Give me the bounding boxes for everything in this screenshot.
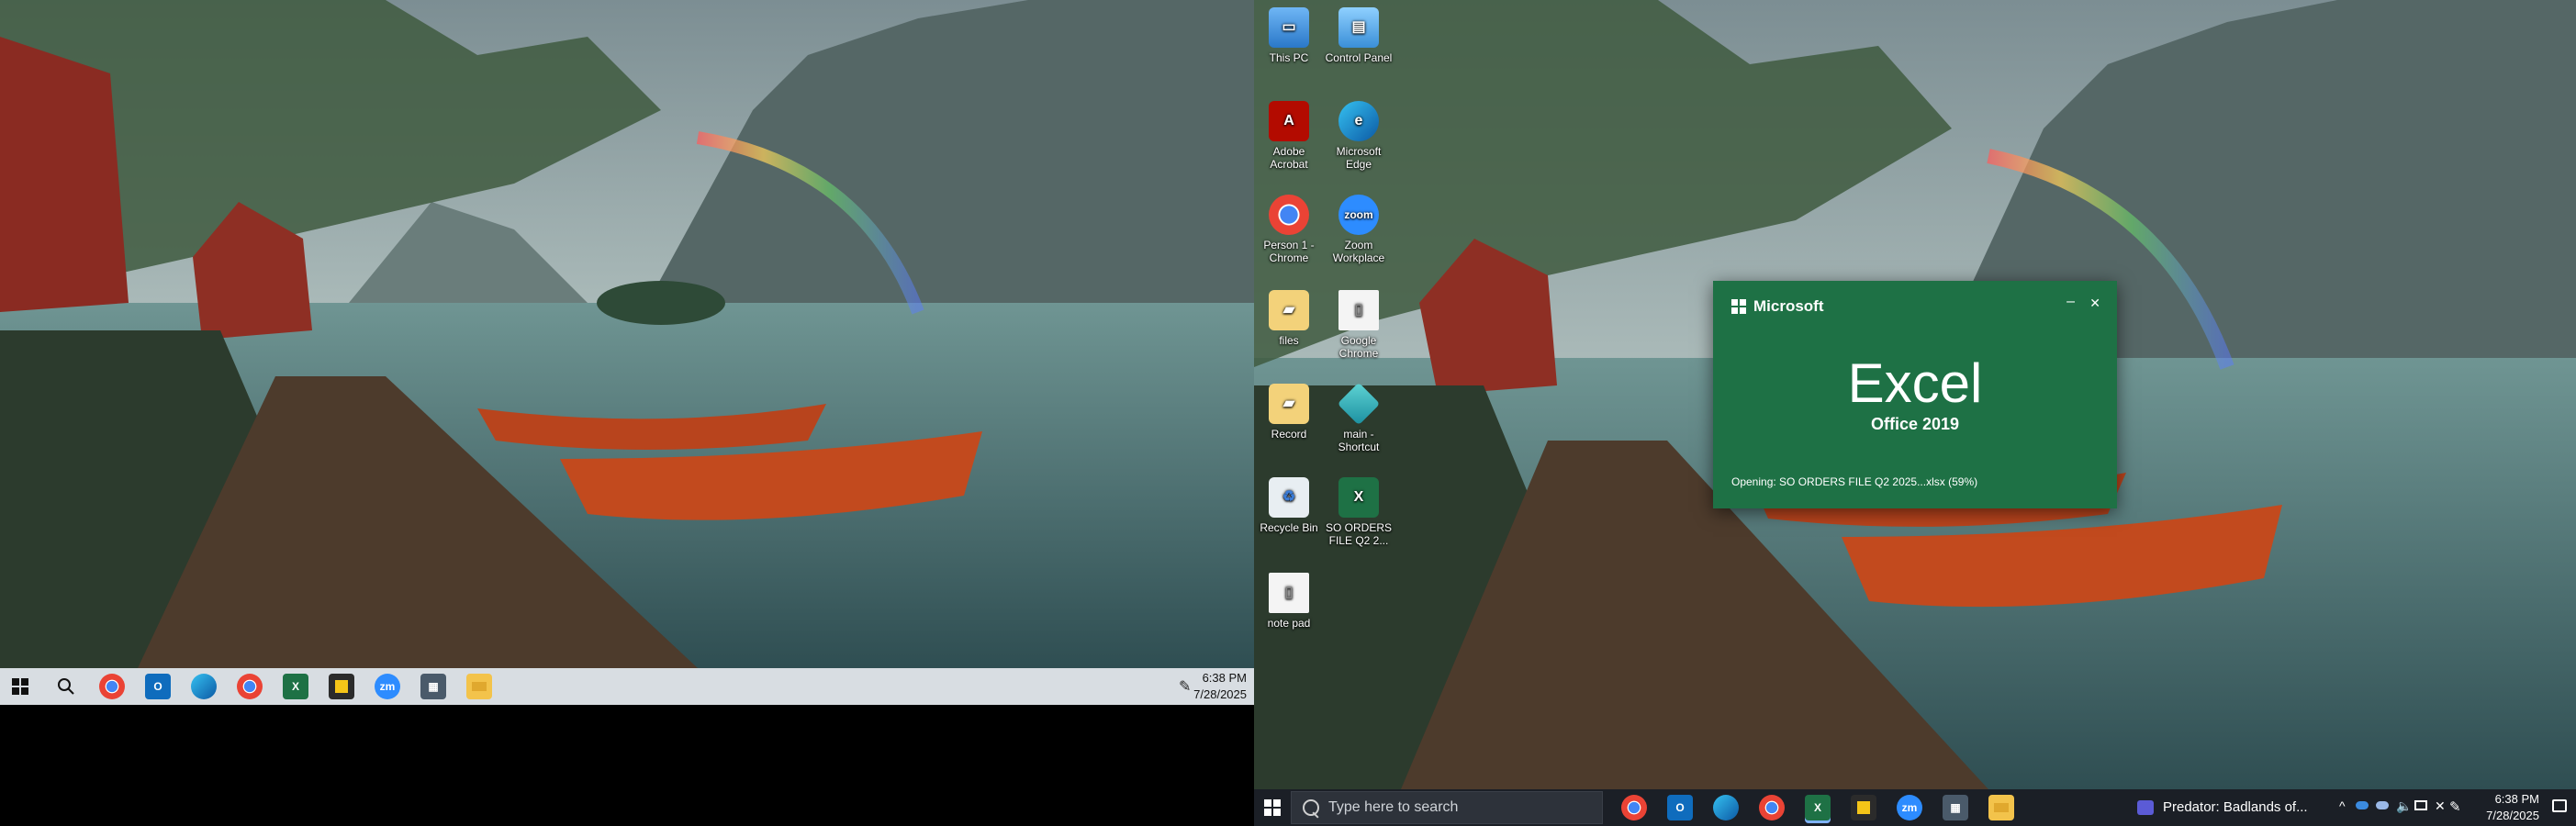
- zoom-icon[interactable]: zm: [1897, 795, 1922, 820]
- edge-icon: e: [1338, 101, 1379, 141]
- sticky-notes-icon[interactable]: [1851, 795, 1876, 820]
- microsoft-brand: Microsoft: [1731, 297, 1824, 316]
- desktop-icon-label: main - Shortcut: [1338, 428, 1380, 453]
- desktop-icon-label: Microsoft Edge: [1336, 145, 1382, 171]
- desktop-icon-label: SO ORDERS FILE Q2 2...: [1325, 521, 1392, 547]
- edge-icon[interactable]: [1713, 795, 1739, 820]
- volume-icon[interactable]: 🔈: [2396, 798, 2412, 814]
- search-icon: [1303, 799, 1319, 816]
- clock-date: 7/28/2025: [2486, 809, 2539, 822]
- excel-splash-window: Microsoft – ✕ Excel Office 2019 Opening:…: [1713, 281, 2117, 508]
- calculator-icon[interactable]: ▦: [420, 674, 446, 699]
- outlook-icon[interactable]: O: [145, 674, 171, 699]
- file-icon: ▯: [1338, 290, 1379, 330]
- windows-start-icon[interactable]: [1260, 795, 1285, 820]
- desktop-icon-zoom-workplace[interactable]: zoom Zoom Workplace: [1324, 195, 1394, 264]
- this-pc-icon: ▭: [1269, 7, 1309, 48]
- desktop-icon-record[interactable]: ▰ Record: [1254, 384, 1324, 441]
- desktop-icon-this-pc[interactable]: ▭ This PC: [1254, 7, 1324, 64]
- chrome-icon[interactable]: [1621, 795, 1647, 820]
- folder-icon: ▰: [1269, 384, 1309, 424]
- desktop-icon-label: note pad: [1267, 617, 1311, 630]
- desktop-wallpaper: [0, 0, 1254, 668]
- taskbar: Type here to search O X zm ▦ Predator: B…: [1254, 789, 2576, 826]
- clock-date: 7/28/2025: [1193, 687, 1247, 701]
- excel-icon[interactable]: X: [1805, 795, 1831, 820]
- close-button[interactable]: ✕: [2089, 296, 2100, 311]
- file-explorer-icon[interactable]: [1988, 795, 2014, 820]
- pen-icon[interactable]: ✎: [2449, 798, 2461, 815]
- search-placeholder: Type here to search: [1328, 799, 1459, 815]
- desktop-icon-note-pad[interactable]: ▯ note pad: [1254, 573, 1324, 630]
- brand-label: Microsoft: [1753, 297, 1824, 315]
- desktop-icon-main-shortcut[interactable]: main - Shortcut: [1324, 382, 1394, 453]
- media-icon: [2137, 799, 2154, 815]
- loading-status: Opening: SO ORDERS FILE Q2 2025...xlsx (…: [1731, 475, 1978, 488]
- clock-time: 6:38 PM: [1202, 671, 1247, 685]
- chrome-icon[interactable]: [99, 674, 125, 699]
- notification-icon[interactable]: [2552, 799, 2567, 812]
- folder-icon: ▰: [1269, 290, 1309, 330]
- file-icon: ▯: [1269, 573, 1309, 613]
- search-icon[interactable]: [53, 674, 79, 699]
- chrome-icon: [1269, 195, 1309, 235]
- desktop-icon-control-panel[interactable]: ▤ Control Panel: [1324, 7, 1394, 64]
- file-explorer-icon[interactable]: [466, 674, 492, 699]
- chrome-profile-icon[interactable]: [237, 674, 263, 699]
- microsoft-logo-icon: [1731, 299, 1746, 314]
- desktop-icon-label: files: [1279, 334, 1299, 347]
- desktop-icon-google-chrome[interactable]: ▯ Google Chrome: [1324, 290, 1394, 360]
- desktop-icon-recycle-bin[interactable]: ♻ Recycle Bin: [1254, 477, 1324, 534]
- system-clock[interactable]: 6:38 PM 7/28/2025: [2486, 791, 2539, 824]
- media-widget[interactable]: Predator: Badlands of...: [2137, 799, 2308, 815]
- desktop-icon-person-1-chrome[interactable]: Person 1 - Chrome: [1254, 195, 1324, 264]
- excel-file-icon: X: [1338, 477, 1379, 518]
- tray-chevron-icon[interactable]: ^: [2339, 798, 2346, 813]
- desktop-icon-label: Person 1 - Chrome: [1263, 239, 1315, 264]
- desktop-icon-microsoft-edge[interactable]: e Microsoft Edge: [1324, 101, 1394, 171]
- pen-icon[interactable]: ✎: [1179, 677, 1191, 696]
- chrome-profile-icon[interactable]: [1759, 795, 1785, 820]
- shortcut-icon: [1337, 382, 1381, 426]
- clock-time: 6:38 PM: [2494, 792, 2539, 806]
- desktop-icon-so-orders-file[interactable]: X SO ORDERS FILE Q2 2...: [1324, 477, 1394, 547]
- outlook-icon[interactable]: O: [1667, 795, 1693, 820]
- calculator-icon[interactable]: ▦: [1943, 795, 1968, 820]
- desktop-icon-files[interactable]: ▰ files: [1254, 290, 1324, 347]
- desktop-icon-adobe-acrobat[interactable]: A Adobe Acrobat: [1254, 101, 1324, 171]
- right-monitor: ▭ This PC ▤ Control Panel A Adobe Acroba…: [1254, 0, 2576, 826]
- version-label: Office 2019: [1870, 415, 1960, 433]
- network-icon[interactable]: [2414, 800, 2427, 810]
- onedrive-icon[interactable]: [2356, 801, 2369, 809]
- app-title: Excel: [1847, 352, 1983, 414]
- desktop-icon-label: Recycle Bin: [1260, 521, 1318, 534]
- desktop-icon-label: Adobe Acrobat: [1270, 145, 1308, 171]
- sticky-notes-icon[interactable]: [329, 674, 354, 699]
- windows-start-icon[interactable]: [7, 674, 33, 699]
- mute-icon[interactable]: ✕: [2435, 798, 2446, 814]
- system-clock[interactable]: 6:38 PM 7/28/2025: [1193, 670, 1247, 703]
- onedrive-personal-icon[interactable]: [2376, 801, 2389, 809]
- desktop-icon-label: Zoom Workplace: [1332, 239, 1385, 264]
- edge-icon[interactable]: [191, 674, 217, 699]
- control-panel-icon: ▤: [1338, 7, 1379, 48]
- desktop-icon-label: This PC: [1269, 51, 1309, 64]
- zoom-icon: zoom: [1338, 195, 1379, 235]
- recycle-bin-icon: ♻: [1269, 477, 1309, 518]
- media-title: Predator: Badlands of...: [2163, 799, 2308, 815]
- taskbar: O X zm ▦ ✎ 6:38 PM 7/28/2025: [0, 668, 1254, 705]
- adobe-acrobat-icon: A: [1269, 101, 1309, 141]
- excel-icon[interactable]: X: [283, 674, 308, 699]
- desktop-icon-label: Control Panel: [1325, 51, 1393, 64]
- search-input[interactable]: Type here to search: [1291, 791, 1603, 824]
- minimize-button[interactable]: –: [2066, 294, 2075, 310]
- left-monitor: O X zm ▦ ✎ 6:38 PM 7/28/2025: [0, 0, 1254, 705]
- zoom-icon[interactable]: zm: [375, 674, 400, 699]
- desktop-icon-label: Google Chrome: [1338, 334, 1379, 360]
- desktop-icon-label: Record: [1271, 428, 1307, 441]
